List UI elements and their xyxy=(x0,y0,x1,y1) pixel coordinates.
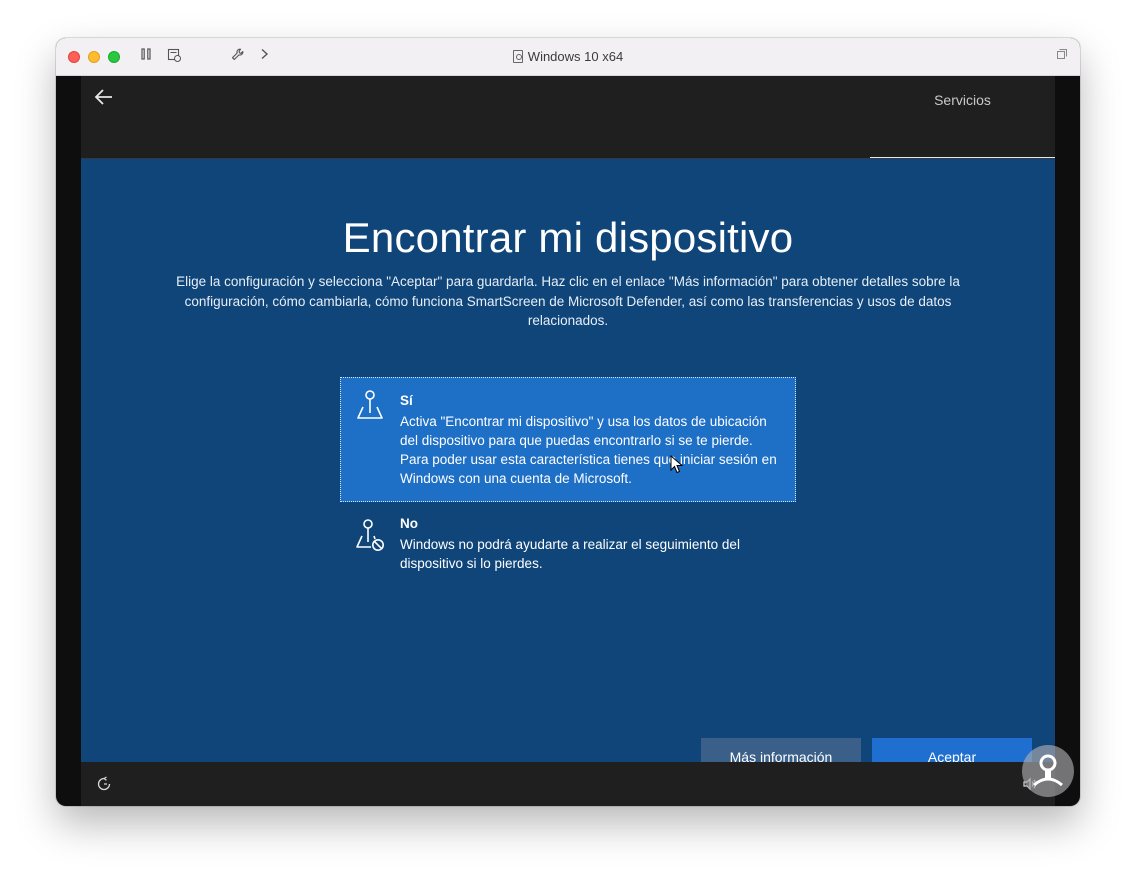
page-description: Elige la configuración y selecciona "Ace… xyxy=(176,274,960,328)
option-no-description: Windows no podrá ayudarte a realizar el … xyxy=(400,537,740,571)
option-yes[interactable]: Sí Activa "Encontrar mi dispositivo" y u… xyxy=(340,377,796,502)
option-no-title: No xyxy=(400,516,418,531)
back-arrow-icon[interactable] xyxy=(91,86,117,112)
window-title-text: Windows 10 x64 xyxy=(527,49,624,64)
oobe-bottom-bar xyxy=(81,762,1055,806)
window-title: Windows 10 x64 xyxy=(56,38,1080,76)
vm-window: Windows 10 x64 Servicios Encontrar mi di… xyxy=(56,38,1080,806)
watermark-logo xyxy=(1022,745,1074,797)
vm-screen: Servicios Encontrar mi dispositivo Elige… xyxy=(81,76,1055,806)
step-label: Servicios xyxy=(934,92,991,108)
option-no[interactable]: No Windows no podrá ayudarte a realizar … xyxy=(340,506,796,586)
mouse-cursor-icon xyxy=(670,454,684,475)
location-pin-map-icon xyxy=(354,389,386,423)
resize-icon[interactable] xyxy=(1052,47,1072,67)
oobe-top-bar: Servicios xyxy=(81,76,1055,159)
vm-document-icon xyxy=(512,50,523,63)
page-title: Encontrar mi dispositivo xyxy=(342,214,794,261)
accessibility-icon[interactable] xyxy=(95,776,113,794)
title-bar: Windows 10 x64 xyxy=(56,38,1080,76)
step-track xyxy=(81,158,1055,159)
option-yes-title: Sí xyxy=(400,393,413,408)
location-pin-blocked-icon xyxy=(354,518,386,552)
option-yes-description: Activa "Encontrar mi dispositivo" y usa … xyxy=(400,414,777,486)
